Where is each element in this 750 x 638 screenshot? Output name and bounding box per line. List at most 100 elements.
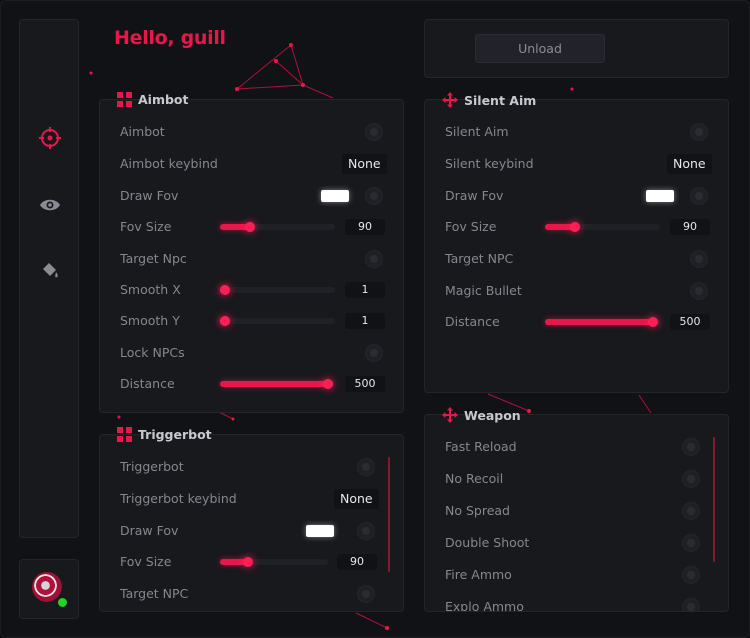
- silent-distance-row: Distance 500: [445, 312, 710, 332]
- fire-ammo-label: Fire Ammo: [445, 567, 512, 582]
- triggerbot-section-title: Triggerbot: [138, 427, 212, 442]
- trigger-target-npc-label: Target NPC: [120, 586, 189, 601]
- silent-aim-toggle-row: Silent Aim: [445, 122, 710, 142]
- paint-bucket-icon[interactable]: [38, 258, 62, 282]
- triggerbot-toggle[interactable]: [357, 458, 375, 476]
- distance-value[interactable]: 500: [345, 376, 385, 392]
- no-recoil-label: No Recoil: [445, 471, 504, 486]
- smooth-y-slider[interactable]: [220, 316, 335, 326]
- no-recoil-toggle[interactable]: [682, 470, 700, 488]
- unload-panel: Unload: [424, 19, 729, 78]
- silent-fov-size-label: Fov Size: [445, 219, 497, 234]
- fast-reload-toggle[interactable]: [682, 438, 700, 456]
- trigger-fov-size-label: Fov Size: [120, 554, 172, 569]
- smooth-x-value[interactable]: 1: [345, 282, 385, 298]
- trigger-fov-color-swatch[interactable]: [306, 525, 334, 537]
- double-shoot-label: Double Shoot: [445, 535, 530, 550]
- triggerbot-target-npc-row: Target NPC: [120, 584, 385, 604]
- explo-ammo-label: Explo Ammo: [445, 599, 524, 612]
- unload-button[interactable]: Unload: [475, 34, 605, 63]
- silent-aim-toggle[interactable]: [690, 123, 708, 141]
- target-npc-toggle[interactable]: [365, 250, 383, 268]
- fov-size-slider[interactable]: [220, 222, 335, 232]
- silent-fov-size-row: Fov Size 90: [445, 217, 710, 237]
- draw-fov-toggle[interactable]: [365, 187, 383, 205]
- magic-bullet-toggle[interactable]: [690, 282, 708, 300]
- smooth-y-label: Smooth Y: [120, 313, 180, 328]
- silent-target-npc-label: Target NPC: [445, 251, 514, 266]
- double-shoot-toggle[interactable]: [682, 534, 700, 552]
- explo-ammo-toggle[interactable]: [682, 598, 700, 611]
- triggerbot-keybind-row: Triggerbot keybind None: [120, 489, 385, 509]
- triggerbot-scrollbar[interactable]: [388, 457, 390, 572]
- smooth-x-slider-knob[interactable]: [220, 285, 230, 295]
- weapon-section-header: Weapon: [442, 407, 521, 423]
- fov-color-swatch[interactable]: [321, 190, 349, 202]
- silent-fov-size-slider-knob[interactable]: [570, 222, 580, 232]
- lock-npcs-toggle[interactable]: [365, 344, 383, 362]
- distance-slider-knob[interactable]: [323, 379, 333, 389]
- triggerbot-keybind-button[interactable]: None: [334, 489, 379, 509]
- smooth-y-slider-knob[interactable]: [220, 316, 230, 326]
- move-arrows-icon: [442, 92, 458, 108]
- silent-aim-label: Silent Aim: [445, 124, 509, 139]
- distance-slider[interactable]: [220, 379, 335, 389]
- silent-fov-color-swatch[interactable]: [646, 190, 674, 202]
- draw-fov-label: Draw Fov: [120, 188, 179, 203]
- target-npc-label: Target Npc: [120, 251, 187, 266]
- avatar-panel[interactable]: [19, 559, 79, 619]
- silent-fov-size-slider[interactable]: [545, 222, 660, 232]
- silent-distance-value[interactable]: 500: [670, 314, 710, 330]
- silent-fov-size-value[interactable]: 90: [670, 219, 710, 235]
- online-status-dot: [56, 596, 69, 609]
- fire-ammo-row: Fire Ammo: [445, 565, 710, 585]
- aimbot-fov-size-row: Fov Size 90: [120, 217, 385, 237]
- silent-target-npc-toggle[interactable]: [690, 250, 708, 268]
- silent-draw-fov-row: Draw Fov: [445, 186, 710, 206]
- silent-distance-slider[interactable]: [545, 317, 660, 327]
- triggerbot-draw-fov-row: Draw Fov: [120, 521, 385, 541]
- silent-distance-slider-fill: [545, 319, 653, 325]
- trigger-fov-size-slider[interactable]: [220, 557, 328, 567]
- trigger-fov-size-value[interactable]: 90: [337, 554, 377, 570]
- fast-reload-row: Fast Reload: [445, 437, 710, 457]
- trigger-fov-size-slider-knob[interactable]: [243, 557, 253, 567]
- aimbot-keybind-label: Aimbot keybind: [120, 156, 218, 171]
- crosshair-icon[interactable]: [38, 126, 62, 150]
- aimbot-keybind-button[interactable]: None: [342, 154, 387, 174]
- fov-size-label: Fov Size: [120, 219, 172, 234]
- sidebar: [19, 19, 79, 538]
- silent-keybind-row: Silent keybind None: [445, 154, 712, 174]
- no-recoil-row: No Recoil: [445, 469, 710, 489]
- silent-draw-fov-toggle[interactable]: [690, 187, 708, 205]
- smooth-x-label: Smooth X: [120, 282, 181, 297]
- grid-icon: [117, 427, 132, 442]
- trigger-target-npc-toggle[interactable]: [357, 585, 375, 603]
- eye-icon[interactable]: [38, 193, 62, 217]
- double-shoot-row: Double Shoot: [445, 533, 710, 553]
- weapon-scrollbar[interactable]: [713, 437, 715, 562]
- lock-npcs-label: Lock NPCs: [120, 345, 185, 360]
- no-spread-toggle[interactable]: [682, 502, 700, 520]
- trigger-draw-fov-label: Draw Fov: [120, 523, 179, 538]
- aimbot-keybind-row: Aimbot keybind None: [120, 154, 387, 174]
- smooth-x-slider[interactable]: [220, 285, 335, 295]
- aimbot-target-npc-row: Target Npc: [120, 249, 385, 269]
- aimbot-smooth-x-row: Smooth X 1: [120, 280, 385, 300]
- silent-draw-fov-label: Draw Fov: [445, 188, 504, 203]
- silent-keybind-label: Silent keybind: [445, 156, 534, 171]
- aimbot-section-title: Aimbot: [138, 92, 189, 107]
- aimbot-panel: Aimbot Aimbot keybind None Draw Fov Fov …: [99, 99, 404, 413]
- smooth-y-value[interactable]: 1: [345, 313, 385, 329]
- fov-size-slider-knob[interactable]: [245, 222, 255, 232]
- silent-keybind-button[interactable]: None: [667, 154, 712, 174]
- trigger-draw-fov-toggle[interactable]: [357, 522, 375, 540]
- aimbot-toggle[interactable]: [365, 123, 383, 141]
- fire-ammo-toggle[interactable]: [682, 566, 700, 584]
- grid-icon: [117, 92, 132, 107]
- aimbot-toggle-row: Aimbot: [120, 122, 385, 142]
- magic-bullet-row: Magic Bullet: [445, 281, 710, 301]
- silent-aim-section-title: Silent Aim: [464, 92, 537, 108]
- fov-size-value[interactable]: 90: [345, 219, 385, 235]
- silent-distance-slider-knob[interactable]: [648, 317, 658, 327]
